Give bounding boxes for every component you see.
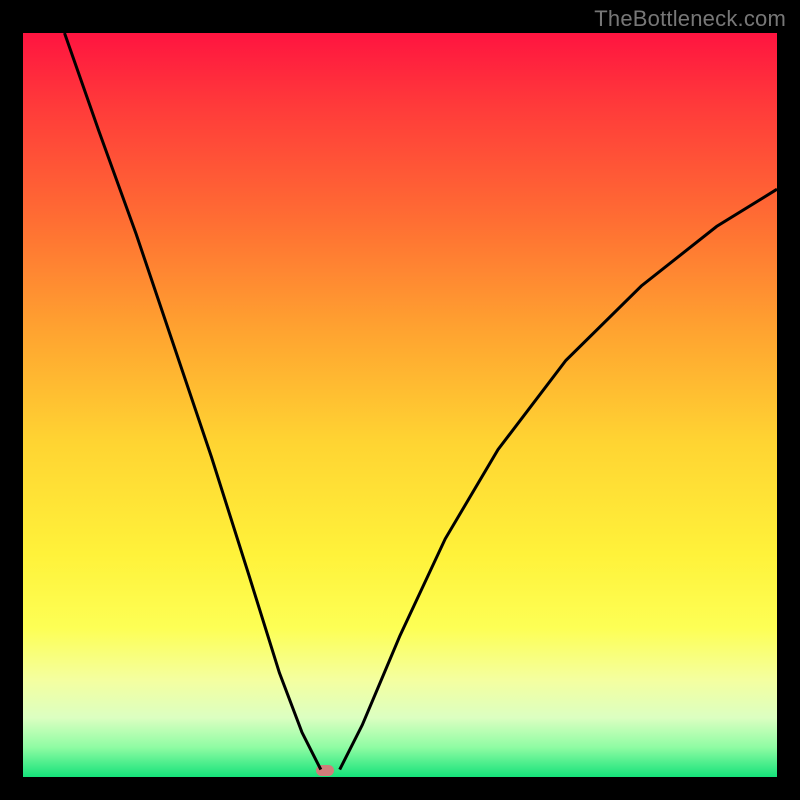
plot-area <box>23 33 777 777</box>
bottleneck-curve <box>23 33 777 777</box>
outer-frame: TheBottleneck.com <box>0 0 800 800</box>
curve-path <box>65 33 778 770</box>
watermark-text: TheBottleneck.com <box>594 6 786 32</box>
